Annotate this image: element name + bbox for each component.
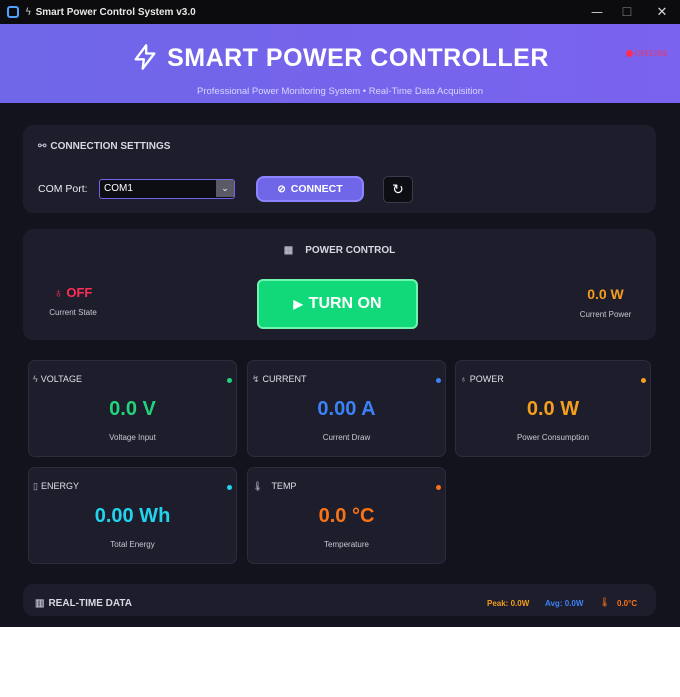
grid-icon: ▦ — [283, 245, 294, 256]
voltage-card-label: ϟ VOLTAGE — [33, 374, 82, 384]
com-port-value: COM1 — [104, 183, 133, 194]
maximize-button[interactable]: ☐ — [610, 0, 644, 24]
status-dot-icon — [436, 378, 441, 383]
current-state: ♁ OFF Current State — [38, 285, 108, 317]
thermometer-icon: 🌡︎ — [599, 598, 611, 608]
com-port-label: COM Port: — [38, 183, 88, 195]
header-banner: SMART POWER CONTROLLER Professional Powe… — [0, 24, 680, 103]
voltage-value: 0.0 V — [109, 398, 156, 420]
status-text: OFFLINE — [635, 49, 668, 58]
avg-stat: Avg: 0.0W — [545, 599, 584, 608]
power-caption: Power Consumption — [516, 433, 590, 442]
temp-stat: 0.0°C — [617, 599, 638, 608]
lightning-icon: ϟ — [25, 6, 32, 18]
link-icon: ⊘ — [277, 183, 286, 195]
lightning-icon — [134, 44, 156, 70]
status-dot-icon — [227, 378, 232, 383]
close-button[interactable]: ✕ — [645, 0, 679, 24]
app-heading: SMART POWER CONTROLLER — [167, 44, 549, 72]
current-label-text: CURRENT — [262, 374, 307, 384]
header-title-row: SMART POWER CONTROLLER — [0, 44, 680, 73]
realtime-title: ▥ REAL-TIME DATA — [35, 598, 132, 609]
current-value: 0.00 A — [317, 398, 376, 420]
bulb-icon: ♁ — [53, 285, 64, 300]
power-card-label: ♁ POWER — [460, 374, 504, 384]
plug-icon: ⚯ — [38, 141, 47, 152]
realtime-title-text: REAL-TIME DATA — [48, 598, 132, 609]
current-power-value: 0.0 W — [587, 286, 624, 302]
chevron-down-icon[interactable]: ⌄ — [216, 180, 234, 197]
temp-card-label: 🌡︎ TEMP — [252, 481, 296, 492]
current-caption: Current Draw — [322, 433, 371, 442]
power-label-text: POWER — [469, 374, 504, 384]
energy-caption: Total Energy — [110, 540, 155, 549]
current-power: 0.0 W Current Power — [573, 286, 638, 319]
connection-title-text: CONNECTION SETTINGS — [50, 141, 171, 152]
state-value: OFF — [66, 285, 93, 300]
status-dot-icon — [227, 485, 232, 490]
energy-card-label: ▯ ENERGY — [33, 481, 79, 492]
voltage-label-text: VOLTAGE — [40, 374, 82, 384]
temp-caption: Temperature — [324, 540, 369, 549]
turn-on-label: TURN ON — [308, 295, 382, 312]
title-bar: ϟ Smart Power Control System v3.0 — ☐ ✕ — [0, 0, 680, 24]
power-value: 0.0 W — [526, 398, 580, 420]
connection-status: OFFLINE — [626, 49, 668, 58]
status-dot-icon — [641, 378, 646, 383]
realtime-panel: ▥ REAL-TIME DATA Peak: 0.0W Avg: 0.0W 🌡︎ … — [23, 584, 656, 616]
voltage-caption: Voltage Input — [109, 433, 156, 442]
play-icon: ▶ — [293, 297, 303, 311]
temp-value: 0.0 °C — [318, 505, 375, 527]
thermometer-icon: 🌡︎ — [252, 481, 264, 491]
connect-label: CONNECT — [290, 183, 343, 195]
energy-value: 0.00 Wh — [94, 505, 171, 527]
refresh-icon: ↻ — [392, 181, 404, 198]
power-control-title-text: POWER CONTROL — [305, 245, 396, 256]
temp-card: 🌡︎ TEMP 0.0 °C Temperature — [247, 467, 446, 564]
current-power-label: Current Power — [579, 310, 632, 319]
energy-label-text: ENERGY — [40, 481, 79, 491]
window-title: Smart Power Control System v3.0 — [35, 6, 196, 18]
temp-label-text: TEMP — [271, 481, 297, 491]
app-window: ϟ Smart Power Control System v3.0 — ☐ ✕ … — [0, 0, 680, 627]
minimize-button[interactable]: — — [580, 0, 614, 24]
state-value-row: ♁ OFF — [38, 285, 108, 300]
current-card: ↯ CURRENT 0.00 A Current Draw — [247, 360, 446, 457]
power-card: ♁ POWER 0.0 W Power Consumption — [455, 360, 651, 457]
voltage-card: ϟ VOLTAGE 0.0 V Voltage Input — [28, 360, 237, 457]
state-label: Current State — [49, 308, 97, 317]
refresh-button[interactable]: ↻ — [383, 176, 413, 203]
wave-icon: ↯ — [252, 374, 260, 384]
status-dot-icon — [626, 50, 633, 57]
turn-on-button[interactable]: ▶ TURN ON — [257, 279, 418, 329]
connect-button[interactable]: ⊘ CONNECT — [256, 176, 364, 202]
power-control-title: ▦ POWER CONTROL — [23, 245, 656, 256]
lightning-icon: ϟ — [33, 374, 38, 384]
header-subtitle: Professional Power Monitoring System • R… — [197, 86, 483, 97]
connection-panel-title: ⚯ CONNECTION SETTINGS — [38, 141, 170, 152]
app-icon — [7, 6, 19, 18]
chart-icon: ▥ — [35, 598, 45, 609]
bulb-icon: ♁ — [460, 374, 467, 384]
connection-panel: ⚯ CONNECTION SETTINGS COM Port: COM1 ⌄ ⊘ … — [23, 125, 656, 213]
battery-icon: ▯ — [33, 481, 38, 491]
power-control-panel: ▦ POWER CONTROL ♁ OFF Current State ▶ TURN… — [23, 229, 656, 340]
com-port-select[interactable]: COM1 ⌄ — [99, 179, 235, 199]
peak-stat: Peak: 0.0W — [487, 599, 530, 608]
energy-card: ▯ ENERGY 0.00 Wh Total Energy — [28, 467, 237, 564]
status-dot-icon — [436, 485, 441, 490]
current-card-label: ↯ CURRENT — [252, 374, 307, 385]
